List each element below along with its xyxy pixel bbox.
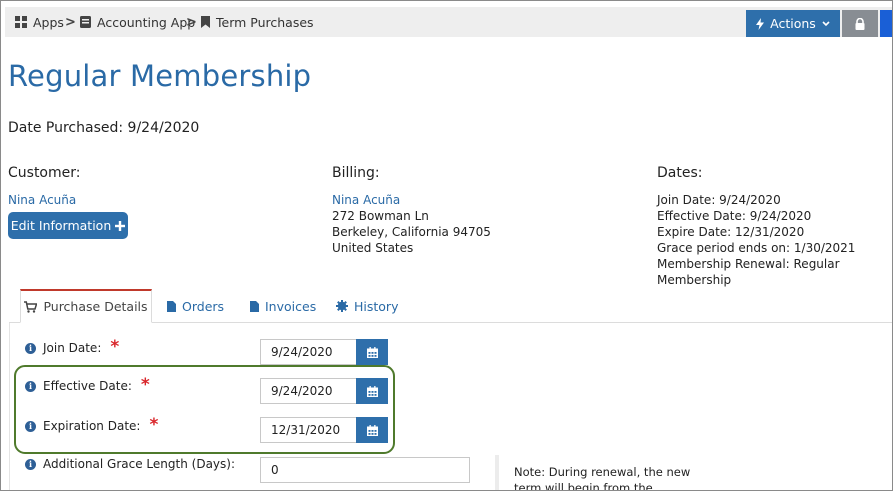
join-date-label-text: Join Date: bbox=[43, 341, 102, 355]
dates-renewal: Membership Renewal: Regular Membership bbox=[657, 257, 840, 287]
breadcrumb-apps[interactable]: Apps bbox=[15, 7, 64, 37]
actions-button[interactable]: Actions bbox=[746, 10, 840, 37]
grace-length-label: i Additional Grace Length (Days): bbox=[25, 457, 235, 471]
history-gear-icon bbox=[336, 300, 348, 312]
edit-information-button[interactable]: Edit Information bbox=[8, 212, 128, 239]
tab-history[interactable]: History bbox=[336, 289, 398, 323]
panel-border bbox=[9, 323, 10, 490]
breadcrumb-separator: > bbox=[186, 14, 197, 30]
shopping-cart-icon bbox=[24, 300, 38, 313]
join-date-calendar-button[interactable] bbox=[356, 339, 388, 365]
dates-expire: Expire Date: 12/31/2020 bbox=[657, 225, 805, 239]
apps-grid-icon bbox=[15, 16, 27, 28]
note-divider bbox=[495, 455, 499, 490]
date-purchased: Date Purchased: 9/24/2020 bbox=[8, 120, 200, 136]
bookmark-icon bbox=[201, 16, 210, 28]
expiration-date-label-text: Expiration Date: bbox=[43, 419, 141, 433]
required-marker: * bbox=[149, 415, 159, 435]
breadcrumb-separator: > bbox=[65, 14, 76, 30]
expiration-date-input[interactable]: 12/31/2020 bbox=[260, 417, 357, 443]
grace-length-label-text: Additional Grace Length (Days): bbox=[43, 457, 235, 471]
billing-address: 272 Bowman Ln Berkeley, California 94705… bbox=[332, 208, 491, 256]
join-date-label: i Join Date: * bbox=[25, 337, 120, 357]
effective-date-calendar-button[interactable] bbox=[356, 378, 388, 404]
dates-effective: Effective Date: 9/24/2020 bbox=[657, 209, 812, 223]
file-icon bbox=[250, 300, 259, 312]
dates-summary: Join Date: 9/24/2020 Effective Date: 9/2… bbox=[657, 192, 892, 288]
effective-date-input[interactable]: 9/24/2020 bbox=[260, 378, 357, 404]
billing-city: Berkeley, California 94705 bbox=[332, 225, 491, 239]
tab-purchase-details-label: Purchase Details bbox=[43, 299, 148, 314]
plus-icon bbox=[115, 220, 126, 231]
required-marker: * bbox=[110, 337, 120, 357]
grace-length-input[interactable]: 0 bbox=[260, 457, 470, 483]
lock-icon bbox=[855, 17, 865, 30]
tab-purchase-details[interactable]: Purchase Details bbox=[20, 289, 152, 323]
customer-heading: Customer: bbox=[8, 165, 81, 181]
actions-label: Actions bbox=[770, 16, 816, 31]
breadcrumb-accounting-label: Accounting App bbox=[97, 14, 196, 30]
calendar-icon bbox=[366, 346, 378, 358]
breadcrumb-term-purchases[interactable]: Term Purchases bbox=[201, 7, 314, 37]
info-icon[interactable]: i bbox=[25, 458, 36, 470]
dates-join: Join Date: 9/24/2020 bbox=[657, 193, 781, 207]
tab-orders[interactable]: Orders bbox=[167, 289, 224, 323]
tab-orders-label: Orders bbox=[182, 298, 225, 314]
info-icon[interactable]: i bbox=[25, 342, 36, 354]
lock-button[interactable] bbox=[842, 10, 878, 37]
top-bar: Apps > Accounting App > Term Purchases A… bbox=[5, 7, 892, 37]
tab-invoices-label: Invoices bbox=[265, 298, 317, 314]
bolt-icon bbox=[756, 17, 765, 30]
edge-button[interactable] bbox=[880, 10, 892, 37]
calendar-icon bbox=[366, 385, 378, 397]
app-frame: Apps > Accounting App > Term Purchases A… bbox=[0, 0, 893, 491]
customer-name-link[interactable]: Nina Acuña bbox=[8, 193, 76, 207]
dates-grace: Grace period ends on: 1/30/2021 bbox=[657, 241, 856, 255]
expiration-date-label: i Expiration Date: * bbox=[25, 415, 159, 435]
calendar-icon bbox=[366, 424, 378, 436]
dates-heading: Dates: bbox=[657, 165, 703, 181]
billing-country: United States bbox=[332, 241, 414, 255]
chevron-down-icon bbox=[822, 20, 830, 26]
renewal-note: Note: During renewal, the new term will … bbox=[514, 465, 691, 491]
file-icon bbox=[167, 300, 176, 312]
effective-date-label-text: Effective Date: bbox=[43, 379, 132, 393]
required-marker: * bbox=[140, 375, 150, 395]
expiration-date-calendar-button[interactable] bbox=[356, 417, 388, 443]
breadcrumb-apps-label: Apps bbox=[33, 14, 64, 30]
tab-invoices[interactable]: Invoices bbox=[250, 289, 316, 323]
info-icon[interactable]: i bbox=[25, 380, 36, 392]
breadcrumb-term-purchases-label: Term Purchases bbox=[216, 14, 314, 30]
edit-information-label: Edit Information bbox=[10, 218, 112, 233]
billing-street: 272 Bowman Ln bbox=[332, 209, 429, 223]
join-date-input[interactable]: 9/24/2020 bbox=[260, 339, 357, 365]
page-title: Regular Membership bbox=[8, 59, 312, 93]
effective-date-label: i Effective Date: * bbox=[25, 375, 150, 395]
billing-heading: Billing: bbox=[332, 165, 380, 181]
tab-history-label: History bbox=[354, 298, 399, 314]
billing-name-link[interactable]: Nina Acuña bbox=[332, 193, 400, 207]
info-icon[interactable]: i bbox=[25, 420, 36, 432]
book-icon bbox=[80, 16, 91, 28]
breadcrumb-accounting[interactable]: Accounting App bbox=[80, 7, 195, 37]
